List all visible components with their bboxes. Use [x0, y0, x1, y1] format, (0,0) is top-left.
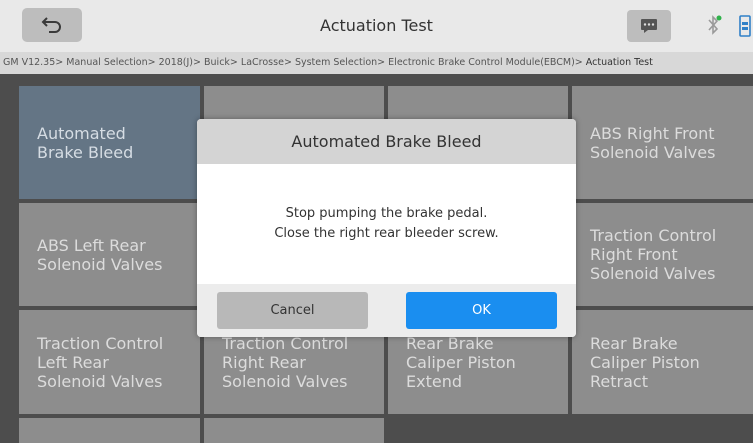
top-bar: Actuation Test: [0, 0, 753, 52]
dialog-footer: Cancel OK: [197, 284, 576, 337]
breadcrumb-current: Actuation Test: [585, 57, 653, 68]
dialog-message: Stop pumping the brake pedal. Close the …: [274, 206, 499, 241]
tile-traction-left-rear[interactable]: Traction Control Left Rear Solenoid Valves: [19, 310, 200, 414]
tile-partial-1[interactable]: [19, 418, 200, 443]
breadcrumb-item[interactable]: LaCrosse: [241, 57, 284, 68]
ok-button[interactable]: OK: [406, 292, 557, 329]
breadcrumb: GM V12.35> Manual Selection> 2018(J)> Bu…: [0, 52, 753, 74]
tile-abs-right-front[interactable]: ABS Right Front Solenoid Valves: [572, 86, 753, 199]
breadcrumb-item[interactable]: GM V12.35: [3, 57, 55, 68]
breadcrumb-item[interactable]: System Selection: [295, 57, 377, 68]
battery-icon: [739, 15, 751, 37]
breadcrumb-item[interactable]: 2018(J): [159, 57, 193, 68]
tile-rear-caliper-retract[interactable]: Rear Brake Caliper Piston Retract: [572, 310, 753, 414]
message-button[interactable]: [627, 10, 671, 42]
dialog-title: Automated Brake Bleed: [197, 119, 576, 164]
breadcrumb-item[interactable]: Electronic Brake Control Module(EBCM): [388, 57, 575, 68]
breadcrumb-item[interactable]: Manual Selection: [66, 57, 147, 68]
bleed-dialog: Automated Brake Bleed Stop pumping the b…: [197, 119, 576, 337]
breadcrumb-path: GM V12.35> Manual Selection> 2018(J)> Bu…: [3, 57, 653, 68]
breadcrumb-item[interactable]: Buick: [204, 57, 230, 68]
tile-abs-left-rear[interactable]: ABS Left Rear Solenoid Valves: [19, 203, 200, 306]
cancel-button[interactable]: Cancel: [217, 292, 368, 329]
tile-traction-right-front[interactable]: Traction Control Right Front Solenoid Valv…: [572, 203, 753, 306]
dialog-body: Stop pumping the brake pedal. Close the …: [197, 164, 576, 284]
chat-icon: [641, 19, 657, 33]
bluetooth-icon: [708, 15, 722, 35]
tile-automated-brake-bleed[interactable]: Automated Brake Bleed: [19, 86, 200, 199]
tile-partial-2[interactable]: [204, 418, 384, 443]
